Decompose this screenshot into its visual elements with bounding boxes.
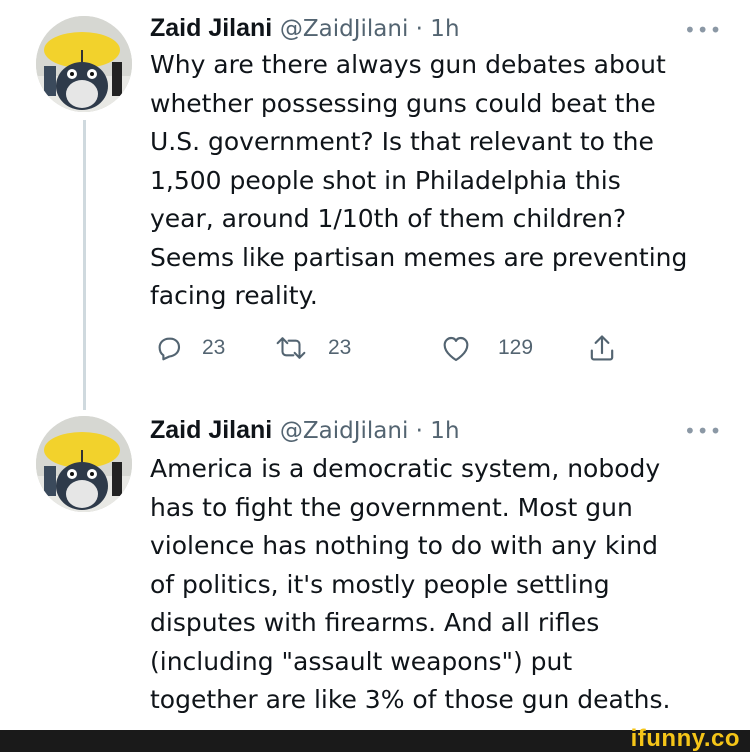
- more-options-icon[interactable]: •••: [684, 20, 722, 40]
- author-handle-time[interactable]: @ZaidJilani · 1h: [280, 418, 460, 444]
- heart-icon: [443, 336, 469, 362]
- retweet-icon: [276, 337, 306, 359]
- author-name[interactable]: Zaid Jilani: [150, 14, 272, 42]
- text-line: year, around 1/10th of them children?: [150, 204, 627, 233]
- author-avatar[interactable]: [36, 416, 132, 512]
- retweet-button[interactable]: 23: [274, 330, 351, 366]
- like-count: 129: [498, 336, 534, 359]
- text-line: Seems like partisan memes are preventing: [150, 242, 688, 272]
- share-button[interactable]: [588, 330, 616, 366]
- author-avatar[interactable]: [36, 16, 132, 112]
- thread-connector-line: [83, 120, 86, 410]
- text-line: whether possessing guns could beat the: [150, 88, 656, 118]
- tweet-text: America is a democratic system, nobody h…: [150, 450, 730, 720]
- share-icon: [590, 335, 614, 361]
- reply-icon: [158, 337, 181, 361]
- text-line: has to fight the government. Most gun: [150, 492, 633, 522]
- text-line: Why are there always gun debates about: [150, 50, 666, 79]
- like-button[interactable]: 129: [440, 330, 533, 366]
- text-line: facing reality.: [150, 281, 318, 310]
- text-line: America is a democratic system, nobody: [150, 454, 661, 483]
- tweet-header: Zaid Jilani @ZaidJilani · 1h: [150, 13, 460, 44]
- text-line: U.S. government? Is that relevant to the: [150, 127, 654, 156]
- tweet-header: Zaid Jilani @ZaidJilani · 1h: [150, 415, 460, 446]
- ifunny-watermark-logo: ifunny.co: [630, 725, 740, 752]
- reply-button[interactable]: 23: [154, 330, 225, 366]
- retweet-count: 23: [328, 336, 352, 359]
- text-line: (including "assault weapons") put: [150, 646, 573, 676]
- text-line: violence has nothing to do with any kind: [150, 531, 658, 560]
- author-handle-time[interactable]: @ZaidJilani · 1h: [280, 16, 460, 42]
- text-line: 1,500 people shot in Philadelphia this: [150, 165, 621, 195]
- text-line: together are like 3% of those gun deaths…: [150, 685, 671, 714]
- tweet-actions: 23 23 129: [150, 330, 650, 366]
- author-name[interactable]: Zaid Jilani: [150, 416, 272, 444]
- tweet-text: Why are there always gun debates about w…: [150, 46, 730, 316]
- more-options-icon[interactable]: •••: [684, 421, 722, 441]
- text-line: disputes with firearms. And all rifles: [150, 608, 600, 637]
- watermark-footer: ifunny.co: [0, 726, 750, 752]
- text-line: of politics, it's mostly people settling: [150, 569, 610, 599]
- reply-count: 23: [202, 336, 226, 359]
